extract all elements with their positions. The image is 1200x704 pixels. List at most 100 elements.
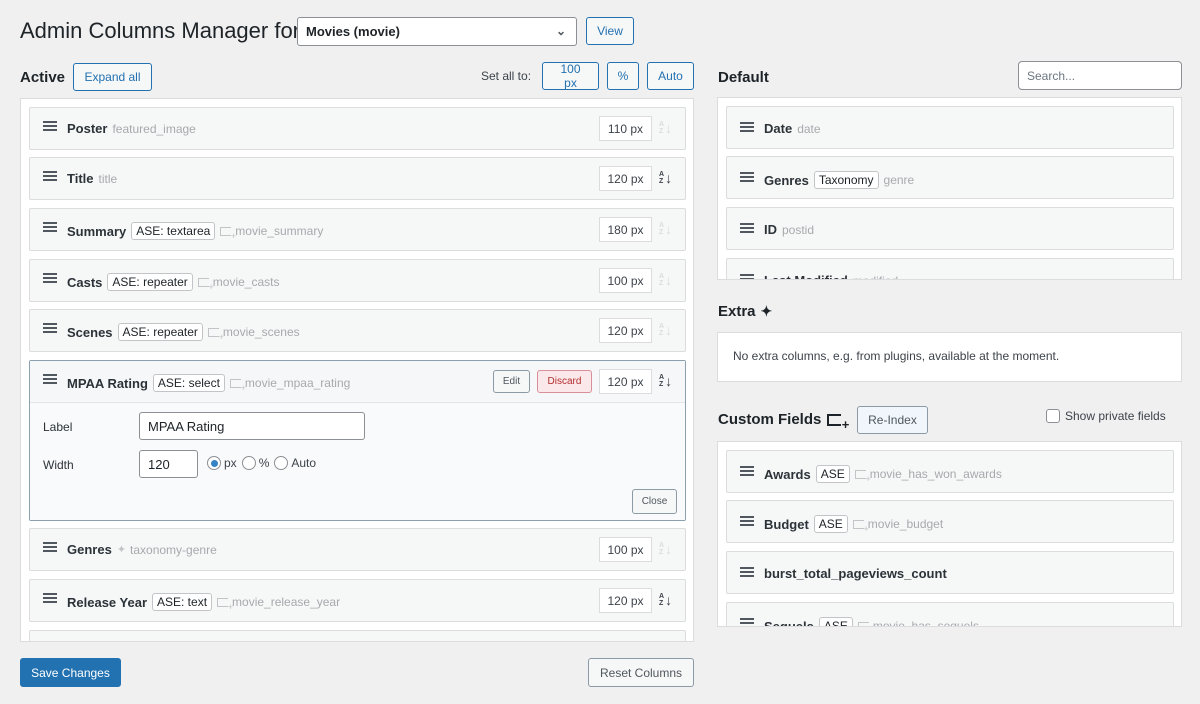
sort-az-icon[interactable]: A Z ↓ — [659, 269, 677, 291]
sort-az-icon[interactable]: A Z ↓ — [659, 218, 677, 240]
drag-handle-icon[interactable] — [740, 466, 754, 478]
column-item-release-year[interactable]: Release Year ASE: text movie_release_yea… — [29, 579, 686, 622]
set-all-100px-button[interactable]: 100 px — [542, 62, 599, 90]
column-type-badge: ASE: select — [152, 374, 225, 392]
show-private-label: Show private fields — [1065, 409, 1166, 423]
sort-az-icon[interactable]: A Z ↓ — [659, 319, 677, 341]
custom-field-burst-pageviews[interactable]: burst_total_pageviews_count — [726, 551, 1174, 594]
sort-az-icon[interactable]: A Z ↓ — [659, 538, 677, 560]
custom-field-budget[interactable]: BudgetASE movie_budget — [726, 500, 1174, 543]
extra-empty-message: No extra columns, e.g. from plugins, ava… — [717, 332, 1182, 382]
expand-all-button[interactable]: Expand all — [73, 63, 152, 91]
post-type-select[interactable]: Movies (movie) ⌄ — [297, 17, 577, 46]
sort-az-icon[interactable]: A Z ↓ — [659, 167, 677, 189]
drag-handle-icon[interactable] — [43, 374, 57, 386]
drag-handle-icon[interactable] — [740, 516, 754, 528]
show-private-checkbox[interactable] — [1046, 409, 1060, 423]
column-name: Date — [764, 121, 793, 136]
reset-columns-button[interactable]: Reset Columns — [588, 658, 694, 687]
drag-handle-icon[interactable] — [740, 618, 754, 626]
set-all-auto-button[interactable]: Auto — [647, 62, 694, 90]
custom-field-icon — [229, 378, 246, 393]
column-item-scenes[interactable]: Scenes ASE: repeater movie_scenes 120 px… — [29, 309, 686, 352]
drag-handle-icon[interactable] — [740, 122, 754, 134]
sort-az-icon[interactable]: A Z ↓ — [659, 370, 677, 392]
column-meta: postid — [782, 222, 815, 237]
discard-button[interactable]: Discard — [537, 370, 592, 393]
drag-handle-icon[interactable] — [43, 593, 57, 605]
column-item-poster[interactable]: Poster featured_image 110 px A Z ↓ — [29, 107, 686, 150]
drag-handle-icon[interactable] — [740, 274, 754, 279]
width-field-label: Width — [43, 458, 74, 472]
drag-handle-icon[interactable] — [43, 323, 57, 335]
column-name: Sequels — [764, 618, 814, 627]
column-width[interactable]: 120 px — [599, 318, 652, 343]
custom-field-sequels[interactable]: Sequels ASE movie_has_sequels — [726, 602, 1174, 627]
column-item-genres[interactable]: Genres ✦ taxonomy-genre 100 px A Z ↓ — [29, 528, 686, 571]
drag-handle-icon[interactable] — [43, 121, 57, 133]
column-name: Last Modified — [764, 273, 848, 279]
edit-button[interactable]: Edit — [493, 370, 530, 393]
default-column-genres[interactable]: Genres Taxonomy genre — [726, 156, 1174, 199]
column-item-partial[interactable] — [29, 630, 686, 641]
drag-handle-icon[interactable] — [43, 171, 57, 183]
search-input[interactable]: Search... — [1018, 61, 1182, 90]
column-width[interactable]: 180 px — [599, 217, 652, 242]
extra-heading: Extra ✦ — [718, 303, 772, 320]
custom-fields-heading: Custom Fields — [718, 411, 849, 432]
plugin-icon: ✦ — [116, 544, 127, 556]
column-header[interactable]: MPAA Rating ASE: select movie_mpaa_ratin… — [30, 361, 685, 403]
custom-field-icon — [827, 413, 849, 432]
drag-handle-icon[interactable] — [43, 273, 57, 285]
column-width[interactable]: 120 px — [599, 166, 652, 191]
drag-handle-icon[interactable] — [740, 567, 754, 579]
width-unit-percent[interactable]: % — [241, 456, 269, 470]
drag-handle-icon[interactable] — [43, 222, 57, 234]
show-private-fields-toggle[interactable]: Show private fields — [1046, 409, 1166, 423]
reindex-button[interactable]: Re-Index — [857, 406, 928, 434]
column-item-title[interactable]: Title title 120 px A Z ↓ — [29, 157, 686, 200]
width-input[interactable]: 120 — [139, 450, 198, 478]
radio-percent[interactable] — [241, 456, 256, 470]
column-item-mpaa-rating[interactable]: MPAA Rating ASE: select movie_mpaa_ratin… — [29, 360, 686, 521]
view-button[interactable]: View — [586, 17, 634, 45]
post-type-selected: Movies (movie) — [306, 24, 400, 39]
column-width[interactable]: 120 px — [599, 588, 652, 613]
width-unit-auto[interactable]: Auto — [274, 456, 316, 470]
column-meta: movie_scenes — [222, 325, 300, 339]
extra-heading-text: Extra — [718, 303, 756, 320]
drag-handle-icon[interactable] — [740, 172, 754, 184]
column-meta: movie_casts — [212, 275, 280, 289]
radio-auto[interactable] — [274, 456, 289, 470]
default-column-last-modified[interactable]: Last Modified modified — [726, 258, 1174, 279]
radio-label: Auto — [291, 456, 317, 470]
drag-handle-icon[interactable] — [740, 223, 754, 235]
column-meta: featured_image — [112, 121, 196, 136]
column-width[interactable]: 100 px — [599, 268, 652, 293]
column-type-badge: ASE — [815, 465, 850, 483]
custom-fields-panel: AwardsASEmovie_has_won_awards BudgetASEm… — [717, 441, 1182, 627]
sort-az-icon[interactable]: A Z ↓ — [659, 589, 677, 611]
set-all-percent-button[interactable]: % — [607, 62, 639, 90]
sort-az-icon[interactable]: A Z ↓ — [659, 117, 677, 139]
custom-field-awards[interactable]: AwardsASE movie_has_won_awards — [726, 450, 1174, 493]
radio-px[interactable] — [207, 456, 221, 470]
default-heading: Default — [718, 69, 769, 86]
column-name: ID — [764, 222, 777, 237]
label-field-label: Label — [43, 420, 73, 434]
column-type-badge: Taxonomy — [813, 171, 879, 189]
close-button[interactable]: Close — [632, 489, 677, 514]
default-column-date[interactable]: Date date — [726, 106, 1174, 149]
column-type-badge: ASE: textarea — [131, 222, 216, 240]
column-width[interactable]: 110 px — [599, 116, 652, 141]
default-column-id[interactable]: ID postid — [726, 207, 1174, 250]
drag-handle-icon[interactable] — [43, 542, 57, 554]
save-changes-button[interactable]: Save Changes — [20, 658, 121, 687]
width-unit-px[interactable]: px — [207, 456, 237, 470]
column-width[interactable]: 120 px — [599, 369, 652, 394]
label-input[interactable]: MPAA Rating — [139, 412, 365, 440]
column-item-casts[interactable]: Casts ASE: repeater movie_casts 100 px A… — [29, 259, 686, 302]
width-unit-group: px % Auto — [207, 456, 316, 470]
column-width[interactable]: 100 px — [599, 537, 652, 562]
column-item-summary[interactable]: Summary ASE: textarea movie_summary 180 … — [29, 208, 686, 251]
